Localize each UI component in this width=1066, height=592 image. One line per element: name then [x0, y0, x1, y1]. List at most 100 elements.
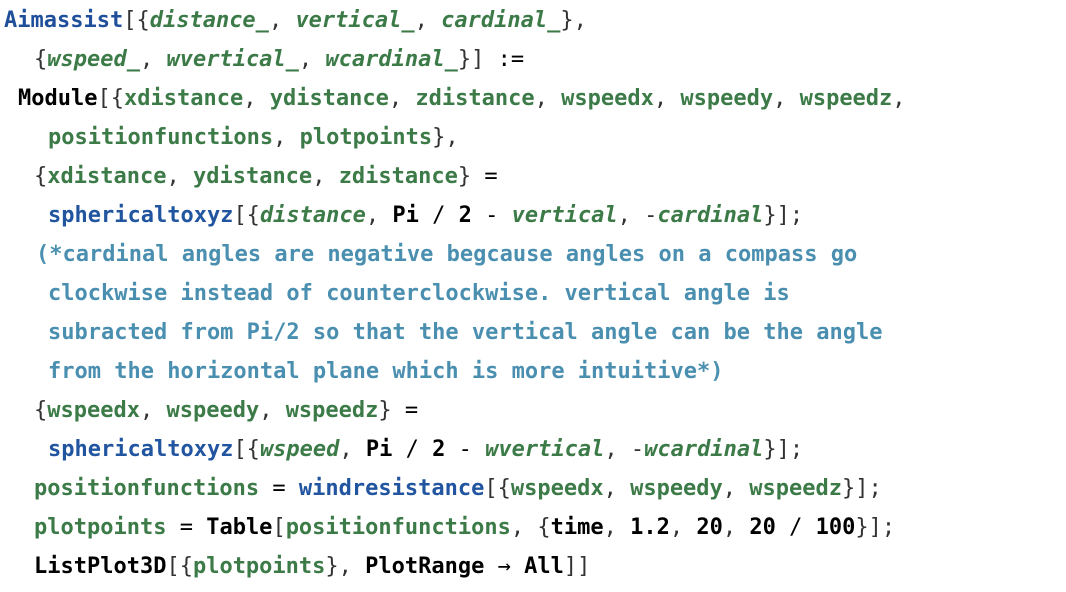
comment-line: subracted from Pi/2 so that the vertical… [48, 313, 882, 352]
punctuation: }]; [855, 515, 896, 540]
variable: xdistance [47, 164, 167, 189]
code-cell[interactable]: Aimassist[{distance_, vertical_, cardina… [0, 0, 1066, 592]
punctuation: , [414, 8, 442, 33]
variable: wspeedy [630, 476, 723, 501]
variable: ydistance [269, 86, 389, 111]
builtin-symbol: time [550, 515, 604, 540]
variable: wspeedx [47, 398, 140, 423]
punctuation: , [773, 86, 800, 111]
variable: plotpoints [192, 554, 326, 579]
code-line: Module[{xdistance, ydistance, zdistance,… [18, 79, 906, 118]
punctuation: [{ [233, 203, 260, 228]
operator: = [166, 515, 207, 540]
punctuation: }, [325, 554, 366, 579]
punctuation: , [892, 86, 906, 111]
code-line: ListPlot3D[{plotpoints}, PlotRange → All… [34, 547, 590, 586]
pattern-variable: wspeed [259, 437, 340, 462]
punctuation: [{ [123, 8, 150, 33]
punctuation: , [139, 398, 167, 423]
pattern-variable: wcardinal [644, 437, 764, 462]
variable: xdistance [123, 86, 244, 111]
punctuation: ]] [563, 554, 591, 579]
operator: / [775, 515, 816, 540]
function-name: sphericaltoxyz [48, 437, 234, 462]
punctuation: , - [617, 203, 658, 228]
punctuation: , [722, 515, 750, 540]
comment-line: from the horizontal plane which is more … [48, 352, 724, 391]
variable: positionfunctions [48, 125, 274, 150]
punctuation: { [34, 398, 48, 423]
punctuation: [ [272, 515, 286, 540]
punctuation: [{ [484, 476, 511, 501]
punctuation: , [653, 86, 681, 111]
punctuation: } [378, 398, 405, 423]
code-line: sphericaltoxyz[{distance, Pi / 2 - verti… [48, 196, 803, 235]
pattern-variable: wcardinal_ [325, 47, 458, 72]
comment-text: (*cardinal angles are negative begcause … [36, 242, 858, 267]
code-line: {wspeed_, wvertical_, wcardinal_}] := [34, 40, 524, 79]
function-name: windresistance [298, 476, 485, 501]
punctuation: , [365, 203, 393, 228]
code-line: plotpoints = Table[positionfunctions, {t… [34, 508, 895, 547]
operator: = [259, 476, 299, 501]
number: 20 [696, 515, 723, 540]
definition-name: Aimassist [4, 8, 124, 33]
operator: = [404, 398, 419, 423]
operator: = [484, 164, 498, 189]
punctuation: , [339, 437, 366, 462]
variable: wspeedz [749, 476, 843, 501]
variable: plotpoints [299, 125, 433, 150]
punctuation: , [268, 8, 296, 33]
operator: / [418, 203, 459, 228]
pattern-variable: distance [259, 203, 366, 228]
variable: wspeedx [561, 86, 654, 111]
punctuation: }]; [842, 476, 882, 501]
punctuation: }]; [763, 203, 804, 228]
pattern-variable: vertical_ [295, 8, 415, 33]
variable: ydistance [192, 164, 313, 189]
pattern-variable: distance_ [149, 8, 269, 33]
variable: wspeedx [510, 476, 604, 501]
variable: zdistance [338, 164, 458, 189]
operator: → [484, 554, 525, 579]
pattern-variable: wspeed_ [47, 47, 140, 72]
variable: wspeedy [680, 86, 774, 111]
punctuation: { [34, 47, 48, 72]
number: 20 [749, 515, 776, 540]
punctuation: , [534, 86, 562, 111]
punctuation: , [722, 476, 750, 501]
pattern-variable: wvertical_ [166, 47, 299, 72]
punctuation: , [603, 515, 631, 540]
punctuation: , [259, 398, 286, 423]
comment-line: (*cardinal angles are negative begcause … [36, 235, 857, 274]
punctuation: , [669, 515, 697, 540]
punctuation: , [603, 476, 631, 501]
pattern-variable: cardinal [657, 203, 764, 228]
punctuation: [{ [233, 437, 260, 462]
variable: positionfunctions [285, 515, 511, 540]
number: 1.2 [630, 515, 670, 540]
builtin-symbol: Table [206, 515, 273, 540]
punctuation: [{ [166, 554, 193, 579]
punctuation: }, [560, 8, 587, 33]
builtin-symbol: All [524, 554, 564, 579]
pattern-variable: wvertical [485, 437, 605, 462]
punctuation: , [388, 86, 416, 111]
code-line: Aimassist[{distance_, vertical_, cardina… [4, 1, 587, 40]
punctuation: } [457, 164, 485, 189]
operator: - [471, 203, 512, 228]
comment-text: subracted from Pi/2 so that the vertical… [48, 320, 883, 345]
operator: / [392, 437, 433, 462]
builtin-symbol: PlotRange [365, 554, 485, 579]
function-name: sphericaltoxyz [48, 203, 234, 228]
punctuation: , [312, 164, 339, 189]
pattern-variable: cardinal_ [441, 8, 561, 33]
punctuation: [{ [97, 86, 124, 111]
code-line: positionfunctions = windresistance[{wspe… [34, 469, 882, 508]
comment-line: clockwise instead of counterclockwise. v… [48, 274, 790, 313]
number: 2 [432, 437, 446, 462]
number: 100 [815, 515, 856, 540]
code-line: {xdistance, ydistance, zdistance} = [34, 157, 498, 196]
builtin-symbol: Pi [365, 437, 393, 462]
punctuation: { [34, 164, 48, 189]
